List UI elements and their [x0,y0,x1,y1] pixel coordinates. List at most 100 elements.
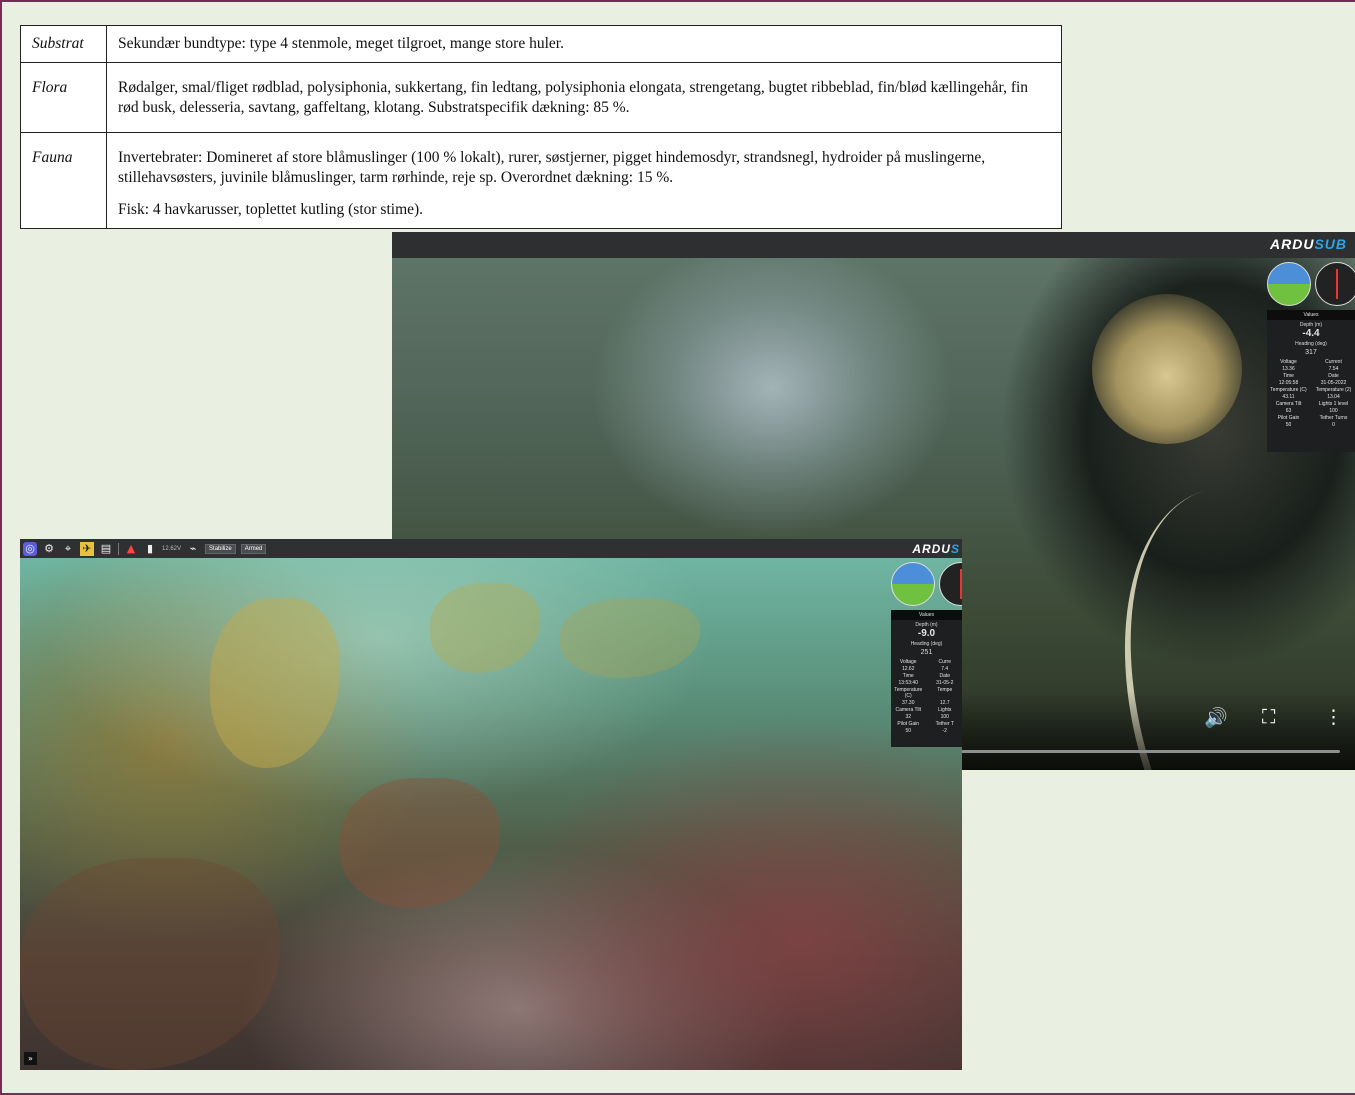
description-paragraph: Fisk: 4 havkarusser, toplettet kutling (… [118,201,424,218]
heading-value: 251 [920,649,933,656]
underwater-video-frame [20,558,962,1070]
hud-gauges [891,562,962,606]
battery-voltage: 12.62V [162,545,182,552]
value-cell: Pilot Gain [1277,415,1300,421]
value-cell: Tether T [935,721,954,727]
app-logo-icon[interactable]: ◎ [23,541,37,556]
depth-value: -9.0 [917,628,936,639]
attitude-indicator [1267,262,1311,306]
arm-state-select[interactable]: Armed [240,543,267,554]
heading-label: Heading (deg) [1295,341,1327,347]
plan-view-icon[interactable]: ⌖ [61,542,75,556]
more-options-icon[interactable]: ⋮ [1324,706,1343,728]
survey-table: Substrat Sekundær bundtype: type 4 stenm… [20,25,1062,229]
value-cell: 31-05-2022 [1320,380,1347,386]
value-cell: 100 [1329,408,1338,414]
description-paragraph: Rødalger, smal/fliget rødblad, polysipho… [118,79,1029,116]
fullscreen-icon[interactable]: ⛶ [1262,706,1275,728]
value-cell: Curre [938,659,951,665]
expand-panel-icon[interactable]: » [24,1052,37,1065]
values-header: Values [891,610,962,620]
value-cell: Temperature (2) [1315,387,1352,393]
row-description: Sekundær bundtype: type 4 stenmole, mege… [106,25,1062,63]
value-cell: 12.7 [939,700,950,706]
value-cell: Voltage [899,659,917,665]
value-cell: Temperature (C) [1270,387,1307,393]
video-progress-bar[interactable] [952,750,1340,753]
row-label: Substrat [20,25,107,63]
value-cell: 12:05:58 [1278,380,1299,386]
diver-helmet [1092,294,1242,444]
ground-control-toolbar: ◎ ⚙ ⌖ ✈ ▤ ▲ ▮ 12.62V ⌁ Stabilize Armed A… [20,539,962,558]
row-description: Invertebrater: Domineret af store blåmus… [106,132,1062,229]
value-cell: Camera Tilt [895,707,922,713]
value-cell: 13:53:40 [898,680,918,686]
value-cell: Date [939,673,951,679]
value-cell: Time [1283,373,1294,379]
values-grid: Voltage Current 13.36 7.54 Time Date 12:… [1267,359,1355,428]
vehicle-setup-icon[interactable]: ⚙ [42,542,56,556]
heading-value: 317 [1305,349,1317,356]
kelp-blade [430,583,540,673]
kelp-blade [210,598,340,768]
value-cell: -2 [942,728,947,734]
ardusub-logo: ARDUSUB [1269,236,1347,252]
toolbar-divider [118,542,119,555]
value-cell: 32 [905,714,912,720]
value-cell: 50 [905,728,912,734]
volume-icon[interactable]: 🔊 [1204,706,1228,729]
value-cell: 31-05-2 [936,680,954,686]
value-cell: Voltage [1280,359,1297,365]
video-top-bar: ARDUSUB [392,232,1355,258]
compass-gauge [939,562,962,606]
hud-gauges [1267,262,1355,306]
value-cell: 0 [1332,422,1335,428]
value-cell: 43.11 [1282,394,1295,400]
table-row: Substrat Sekundær bundtype: type 4 stenm… [20,25,1062,63]
value-cell: Tether Turns [1319,415,1348,421]
value-cell: Camera Tilt [1275,401,1302,407]
value-cell: Pilot Gain [897,721,920,727]
description-paragraph: Sekundær bundtype: type 4 stenmole, mege… [118,35,564,52]
analyze-icon[interactable]: ▤ [99,542,113,556]
table-row: Fauna Invertebrater: Domineret af store … [20,132,1062,229]
description-paragraph: Invertebrater: Domineret af store blåmus… [118,149,986,186]
values-header: Values [1267,310,1355,320]
value-cell: Tempe [937,687,953,693]
value-cell: 63 [1285,408,1292,414]
value-cell: Lights 1 level [1318,401,1349,407]
values-grid: Voltage Curre 12.62 7.4 Time Date 13:53:… [891,659,962,734]
heading-label: Heading (deg) [910,641,943,647]
value-cell: Date [1328,373,1339,379]
ardusub-logo: ARDUS [912,542,960,556]
values-panel: Values Depth (m) -9.0 Heading (deg) 251 … [891,610,962,747]
kelp-blade [340,778,500,908]
kelp-blade [20,858,280,1070]
fly-view-icon[interactable]: ✈ [80,541,94,556]
value-cell: Time [902,673,914,679]
joystick-icon[interactable]: ⌁ [186,542,200,556]
value-cell: 100 [940,714,949,720]
value-cell: 13.36 [1282,366,1295,372]
kelp-blade [560,598,700,678]
value-cell: Current [1325,359,1342,365]
value-cell: 7.4 [941,666,949,672]
battery-icon[interactable]: ▮ [143,542,157,556]
row-label: Flora [20,62,107,133]
value-cell: Lights [938,707,952,713]
attitude-indicator [891,562,935,606]
row-description: Rødalger, smal/fliget rødblad, polysipho… [106,62,1062,133]
table-row: Flora Rødalger, smal/fliget rødblad, pol… [20,62,1062,133]
warning-icon[interactable]: ▲ [124,542,138,556]
value-cell: 37.30 [901,700,915,706]
value-cell: 50 [1285,422,1292,428]
video-screenshot-kelp: ◎ ⚙ ⌖ ✈ ▤ ▲ ▮ 12.62V ⌁ Stabilize Armed A… [20,539,962,1070]
value-cell: 12.62 [901,666,915,672]
values-panel: Values Depth (m) -4.4 Heading (deg) 317 … [1267,310,1355,452]
compass-gauge [1315,262,1355,306]
value-cell: 13.04 [1327,394,1340,400]
flight-mode-select[interactable]: Stabilize [205,543,236,554]
value-cell: 7.54 [1328,366,1339,372]
depth-value: -4.4 [1302,328,1320,339]
row-label: Fauna [20,132,107,229]
